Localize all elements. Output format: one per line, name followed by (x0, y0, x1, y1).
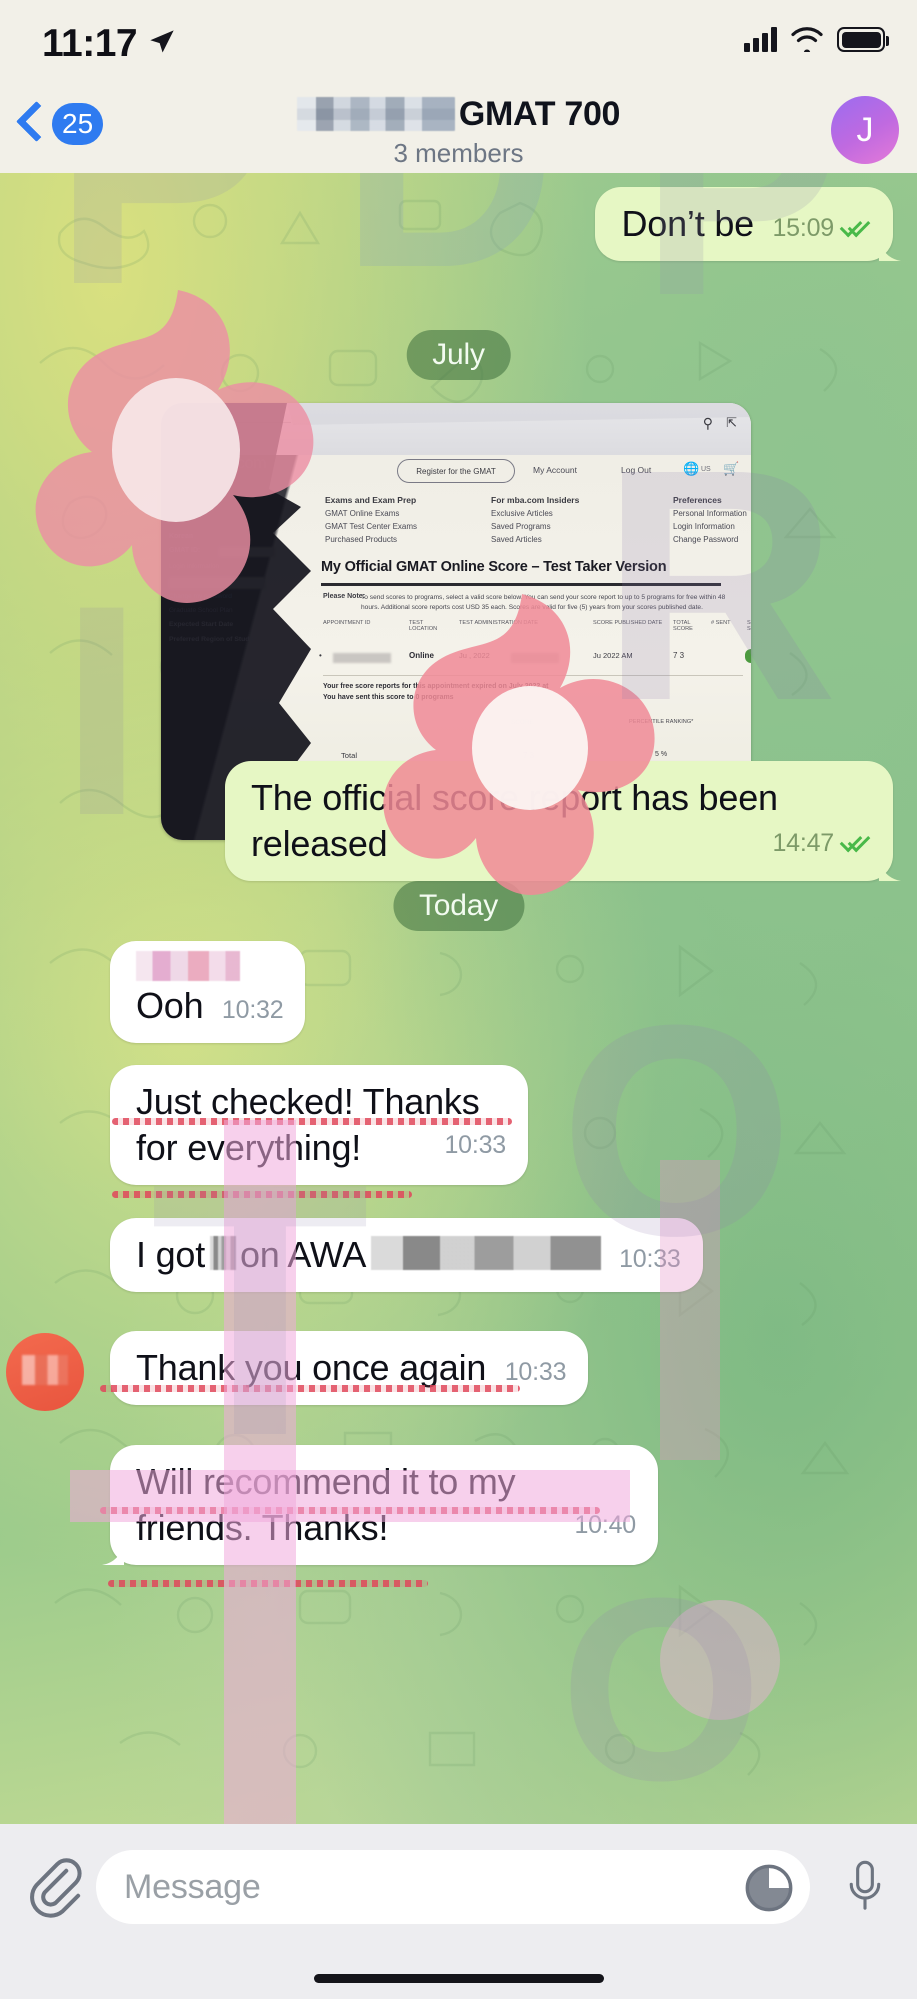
message-text: Don’t be (621, 203, 754, 244)
message-time: 10:32 (221, 996, 284, 1024)
home-indicator (313, 1974, 604, 1983)
redacted-text (370, 1236, 601, 1270)
annotation-underline (108, 1580, 428, 1587)
message-row[interactable]: Don’t be 15:09 (595, 187, 893, 261)
chat-subtitle: 3 members (393, 138, 524, 168)
message-text: The official score report has been relea… (251, 777, 778, 864)
message-row[interactable]: I got on AWA 10:33 (110, 1218, 703, 1292)
redacted-score (209, 1236, 236, 1270)
chat-title-block[interactable]: GMAT 700 3 members (0, 92, 917, 170)
message-meta: 14:47 (772, 829, 871, 858)
message-composer: Message (0, 1824, 917, 1999)
avatar[interactable] (6, 1333, 84, 1411)
message-time: 10:33 (444, 1131, 506, 1159)
annotation-underline (100, 1385, 520, 1392)
message-time: 10:40 (574, 1511, 636, 1539)
avatar[interactable]: J (831, 96, 899, 164)
message-meta: 10:33 (444, 1131, 506, 1160)
incoming-bubble[interactable]: Will recommend it to my friends. Thanks!… (110, 1445, 658, 1565)
phone-screen: Don’t be 15:09 July ———————————— ⚲ ⇱ ☰ m… (0, 0, 917, 1999)
location-arrow-icon (150, 30, 174, 53)
message-row[interactable]: Thank you once again 10:33 (110, 1331, 589, 1405)
wifi-icon (791, 27, 823, 52)
chat-header: 25 GMAT 700 3 members J (0, 88, 917, 173)
message-text: Ooh (136, 985, 204, 1026)
incoming-bubble[interactable]: Just checked! Thanks for everything! 10:… (110, 1065, 528, 1185)
message-text-middle: on AWA (239, 1234, 367, 1275)
incoming-bubble[interactable]: Ooh 10:32 (110, 941, 306, 1043)
message-input[interactable]: Message (96, 1850, 810, 1924)
message-row[interactable]: Ooh 10:32 (110, 941, 306, 1043)
incoming-bubble[interactable]: I got on AWA 10:33 (110, 1218, 703, 1292)
message-meta: 10:40 (574, 1511, 636, 1540)
outgoing-bubble[interactable]: Don’t be 15:09 (595, 187, 893, 261)
redacted-avatar-initial (22, 1355, 68, 1385)
outgoing-bubble[interactable]: The official score report has been relea… (225, 761, 893, 881)
redacted-sender-name (136, 951, 240, 981)
redacted-title-part (296, 97, 455, 131)
annotation-underline (112, 1191, 412, 1198)
message-text: Will recommend it to my friends. Thanks! (136, 1461, 516, 1548)
status-indicators (744, 26, 889, 52)
cellular-signal-icon (744, 26, 777, 52)
date-divider-today: Today (392, 881, 525, 931)
chat-title-text: GMAT 700 (458, 95, 621, 133)
message-list[interactable]: Don’t be 15:09 July ———————————— ⚲ ⇱ ☰ m… (0, 173, 917, 1824)
status-time: 11:17 (42, 22, 138, 65)
message-text: Thank you once again (136, 1347, 487, 1388)
microphone-icon[interactable] (843, 1858, 887, 1918)
chevron-left-icon[interactable] (12, 98, 46, 150)
date-divider-july: July (406, 330, 511, 380)
message-input-placeholder: Message (124, 1867, 261, 1906)
sticker-icon[interactable] (743, 1862, 795, 1914)
battery-full-icon (837, 27, 889, 52)
message-meta: 15:09 (772, 214, 871, 243)
message-time: 10:33 (504, 1358, 567, 1386)
double-check-icon (841, 834, 871, 854)
double-check-icon (841, 219, 871, 239)
message-text-before: I got (136, 1234, 206, 1275)
annotation-underline (100, 1507, 600, 1514)
incoming-bubble[interactable]: Thank you once again 10:33 (110, 1331, 589, 1405)
message-row[interactable]: Will recommend it to my friends. Thanks!… (110, 1445, 658, 1565)
message-time: 15:09 (772, 214, 834, 242)
message-row[interactable]: The official score report has been relea… (225, 761, 893, 881)
message-meta: 10:32 (222, 996, 284, 1025)
paperclip-icon[interactable] (26, 1856, 86, 1920)
unread-badge[interactable]: 25 (52, 103, 104, 145)
message-meta: 10:33 (619, 1245, 681, 1274)
status-bar: 11:17 (0, 0, 917, 88)
message-meta: 10:33 (505, 1358, 567, 1387)
message-time: 14:47 (772, 829, 834, 857)
chat-title: GMAT 700 (296, 92, 621, 136)
back-button[interactable]: 25 (12, 98, 104, 150)
annotation-underline (112, 1118, 512, 1125)
message-row[interactable]: Just checked! Thanks for everything! 10:… (110, 1065, 528, 1185)
message-time: 10:33 (619, 1245, 681, 1273)
